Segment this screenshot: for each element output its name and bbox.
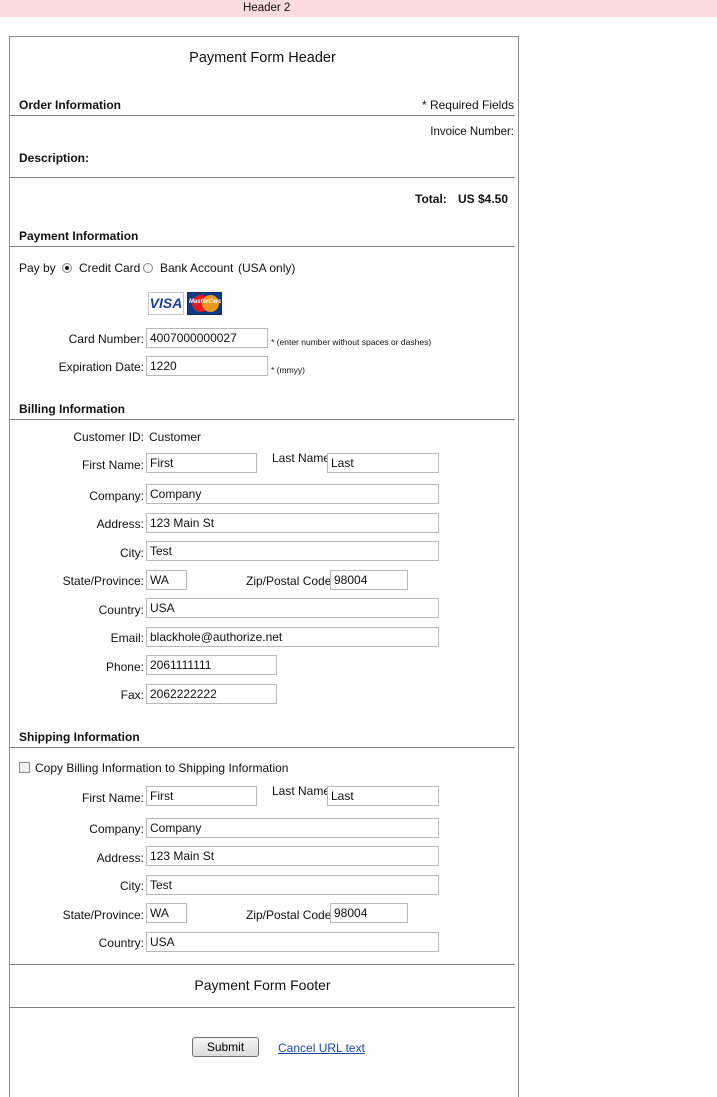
card-number-input[interactable]: 4007000000027 — [146, 328, 268, 348]
billing-last-name-input[interactable]: Last — [327, 453, 439, 473]
shipping-first-name-input[interactable]: First — [146, 786, 257, 806]
card-number-hint: * (enter number without spaces or dashes… — [271, 337, 432, 347]
divider — [10, 747, 515, 748]
cancel-link[interactable]: Cancel URL text — [278, 1041, 365, 1055]
billing-phone-input[interactable]: 2061111111 — [146, 655, 277, 675]
billing-zip-input[interactable]: 98004 — [330, 570, 408, 590]
expiration-date-input[interactable]: 1220 — [146, 356, 268, 376]
credit-card-radio[interactable] — [62, 263, 72, 273]
form-header: Payment Form Header — [189, 50, 336, 66]
copy-billing-label[interactable]: Copy Billing Information to Shipping Inf… — [35, 761, 288, 775]
shipping-company-label: Company: — [89, 822, 144, 836]
required-fields-note: * Required Fields — [421, 98, 514, 112]
divider — [10, 246, 515, 247]
shipping-zip-label: Zip/Postal Code: — [246, 908, 335, 922]
description-label: Description: — [19, 151, 90, 165]
billing-state-input[interactable]: WA — [146, 570, 187, 590]
billing-address-input[interactable]: 123 Main St — [146, 513, 439, 533]
expiration-date-hint: * (mmyy) — [271, 365, 305, 375]
shipping-zip-input[interactable]: 98004 — [330, 903, 408, 923]
credit-card-option-label[interactable]: Credit Card — [79, 261, 140, 275]
billing-first-name-label: First Name: — [81, 458, 144, 472]
shipping-country-label: Country: — [98, 936, 144, 950]
bank-account-radio[interactable] — [143, 263, 153, 273]
total-amount: US $4.50 — [458, 192, 509, 206]
shipping-last-name-label: Last Name: — [272, 784, 334, 798]
billing-company-label: Company: — [89, 489, 144, 503]
customer-id-label: Customer ID: — [73, 430, 144, 444]
customer-id-value: Customer — [149, 430, 202, 444]
divider — [10, 177, 515, 178]
billing-country-input[interactable]: USA — [146, 598, 439, 618]
visa-logo-icon: VISA — [148, 292, 184, 315]
divider — [10, 115, 515, 116]
divider — [10, 419, 515, 420]
pay-by-label: Pay by — [19, 261, 56, 275]
form-footer: Payment Form Footer — [194, 977, 331, 993]
top-header-text: Header 2 — [243, 2, 291, 14]
expiration-date-label: Expiration Date: — [58, 360, 144, 374]
bank-account-note: (USA only) — [238, 261, 296, 275]
shipping-country-input[interactable]: USA — [146, 932, 439, 952]
billing-section-title: Billing Information — [19, 402, 125, 416]
divider — [10, 1007, 515, 1008]
billing-state-label: State/Province: — [62, 574, 144, 588]
shipping-address-label: Address: — [96, 851, 144, 865]
shipping-state-input[interactable]: WA — [146, 903, 187, 923]
billing-zip-label: Zip/Postal Code: — [246, 574, 335, 588]
billing-last-name-label: Last Name: — [272, 451, 334, 465]
top-header-bar: Header 2 — [0, 0, 717, 17]
billing-first-name-input[interactable]: First — [146, 453, 257, 473]
billing-email-label: Email: — [110, 631, 144, 645]
invoice-number-label: Invoice Number: — [430, 126, 514, 138]
copy-billing-checkbox[interactable] — [19, 762, 30, 773]
billing-company-input[interactable]: Company — [146, 484, 439, 504]
total-label: Total: — [415, 192, 447, 206]
billing-email-input[interactable]: blackhole@authorize.net — [146, 627, 439, 647]
shipping-section-title: Shipping Information — [19, 730, 140, 744]
billing-phone-label: Phone: — [105, 660, 144, 674]
billing-address-label: Address: — [96, 517, 144, 531]
billing-city-input[interactable]: Test — [146, 541, 439, 561]
payment-section-title: Payment Information — [19, 229, 139, 243]
billing-fax-input[interactable]: 2062222222 — [146, 684, 277, 704]
order-section-title: Order Information — [19, 98, 122, 112]
shipping-state-label: State/Province: — [62, 908, 144, 922]
billing-fax-label: Fax: — [120, 688, 144, 702]
shipping-city-input[interactable]: Test — [146, 875, 439, 895]
card-number-label: Card Number: — [68, 332, 144, 346]
submit-button[interactable]: Submit — [192, 1037, 259, 1057]
payment-form: Payment Form Header Order Information * … — [9, 36, 519, 1097]
shipping-last-name-input[interactable]: Last — [327, 786, 439, 806]
shipping-company-input[interactable]: Company — [146, 818, 439, 838]
divider — [10, 964, 515, 965]
billing-city-label: City: — [120, 546, 144, 560]
shipping-address-input[interactable]: 123 Main St — [146, 846, 439, 866]
shipping-city-label: City: — [120, 879, 144, 893]
billing-country-label: Country: — [98, 603, 144, 617]
shipping-first-name-label: First Name: — [81, 791, 144, 805]
bank-account-option-label[interactable]: Bank Account — [160, 261, 233, 275]
mastercard-logo-icon: MasterCard — [187, 292, 222, 315]
